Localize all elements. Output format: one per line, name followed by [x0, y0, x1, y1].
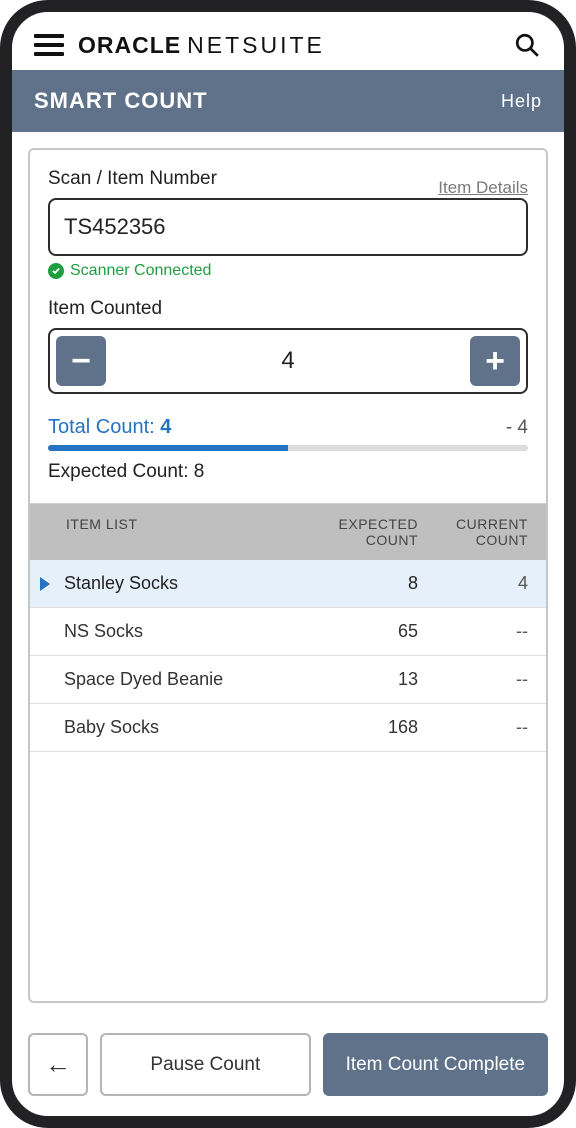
- back-button[interactable]: ←: [28, 1033, 88, 1096]
- table-row[interactable]: Stanley Socks 84: [30, 560, 546, 608]
- check-circle-icon: [48, 263, 64, 279]
- card-upper: Scan / Item Number Item Details Scanner …: [30, 150, 546, 503]
- scanner-status-text: Scanner Connected: [70, 262, 211, 280]
- row-item-name: Space Dyed Beanie: [64, 669, 223, 690]
- search-icon[interactable]: [512, 30, 542, 60]
- cell-item-name: NS Socks: [30, 611, 310, 652]
- item-table: ITEM LIST EXPECTED COUNT CURRENT COUNT S…: [30, 503, 546, 1001]
- decrement-button[interactable]: −: [56, 336, 106, 386]
- cell-current: --: [428, 659, 546, 700]
- table-header: ITEM LIST EXPECTED COUNT CURRENT COUNT: [30, 504, 546, 560]
- th-current: CURRENT COUNT: [428, 514, 546, 550]
- brand-logo: ORACLE NETSUITE: [78, 32, 498, 59]
- row-item-name: NS Socks: [64, 621, 143, 642]
- cell-current: --: [428, 611, 546, 652]
- table-row[interactable]: NS Socks 65--: [30, 608, 546, 656]
- cell-item-name: Baby Socks: [30, 707, 310, 748]
- screen: ORACLE NETSUITE SMART COUNT Help Scan / …: [12, 12, 564, 1116]
- item-counted-label: Item Counted: [48, 298, 528, 320]
- progress-bar: [48, 445, 528, 451]
- scan-input[interactable]: [48, 198, 528, 256]
- item-details-link[interactable]: Item Details: [438, 178, 528, 198]
- brand-oracle: ORACLE: [78, 32, 181, 59]
- main-card: Scan / Item Number Item Details Scanner …: [28, 148, 548, 1003]
- cell-expected: 13: [310, 659, 428, 700]
- page-title-bar: SMART COUNT Help: [12, 70, 564, 132]
- device-frame: ORACLE NETSUITE SMART COUNT Help Scan / …: [0, 0, 576, 1128]
- table-row[interactable]: Space Dyed Beanie 13--: [30, 656, 546, 704]
- row-item-name: Baby Socks: [64, 717, 159, 738]
- table-body: Stanley Socks84NS Socks65--Space Dyed Be…: [30, 560, 546, 1001]
- scanner-status: Scanner Connected: [48, 262, 528, 280]
- th-expected: EXPECTED COUNT: [310, 514, 428, 550]
- item-counted-value[interactable]: 4: [106, 347, 470, 375]
- cell-expected: 8: [310, 563, 428, 604]
- increment-button[interactable]: +: [470, 336, 520, 386]
- item-count-complete-button[interactable]: Item Count Complete: [323, 1033, 548, 1096]
- item-counted-stepper: − 4 +: [48, 328, 528, 394]
- table-row[interactable]: Baby Socks 168--: [30, 704, 546, 752]
- total-count-row: Total Count: 4 - 4: [48, 416, 528, 439]
- footer-actions: ← Pause Count Item Count Complete: [12, 1019, 564, 1116]
- cell-current: --: [428, 707, 546, 748]
- help-link[interactable]: Help: [501, 91, 542, 112]
- total-count-label: Total Count: 4: [48, 416, 171, 439]
- app-bar: ORACLE NETSUITE: [12, 12, 564, 70]
- totals-section: Total Count: 4 - 4 Expected Count: 8: [48, 416, 528, 483]
- hamburger-icon[interactable]: [34, 32, 64, 58]
- pause-count-button[interactable]: Pause Count: [100, 1033, 311, 1096]
- brand-netsuite: NETSUITE: [187, 32, 325, 59]
- expected-count-row: Expected Count: 8: [48, 461, 528, 483]
- expected-count-label: Expected Count:: [48, 461, 188, 482]
- page-title: SMART COUNT: [34, 88, 208, 114]
- cell-item-name: Space Dyed Beanie: [30, 659, 310, 700]
- row-item-name: Stanley Socks: [64, 573, 178, 594]
- expected-count-value: 8: [194, 461, 205, 482]
- scan-label: Scan / Item Number: [48, 168, 217, 190]
- cell-item-name: Stanley Socks: [30, 563, 310, 604]
- triangle-right-icon: [40, 577, 50, 591]
- cell-current: 4: [428, 563, 546, 604]
- cell-expected: 65: [310, 611, 428, 652]
- scan-header-row: Scan / Item Number Item Details: [48, 168, 528, 198]
- th-item-list: ITEM LIST: [30, 514, 310, 550]
- progress-fill: [48, 445, 288, 451]
- total-delta: - 4: [506, 417, 528, 439]
- cell-expected: 168: [310, 707, 428, 748]
- arrow-left-icon: ←: [45, 1049, 71, 1080]
